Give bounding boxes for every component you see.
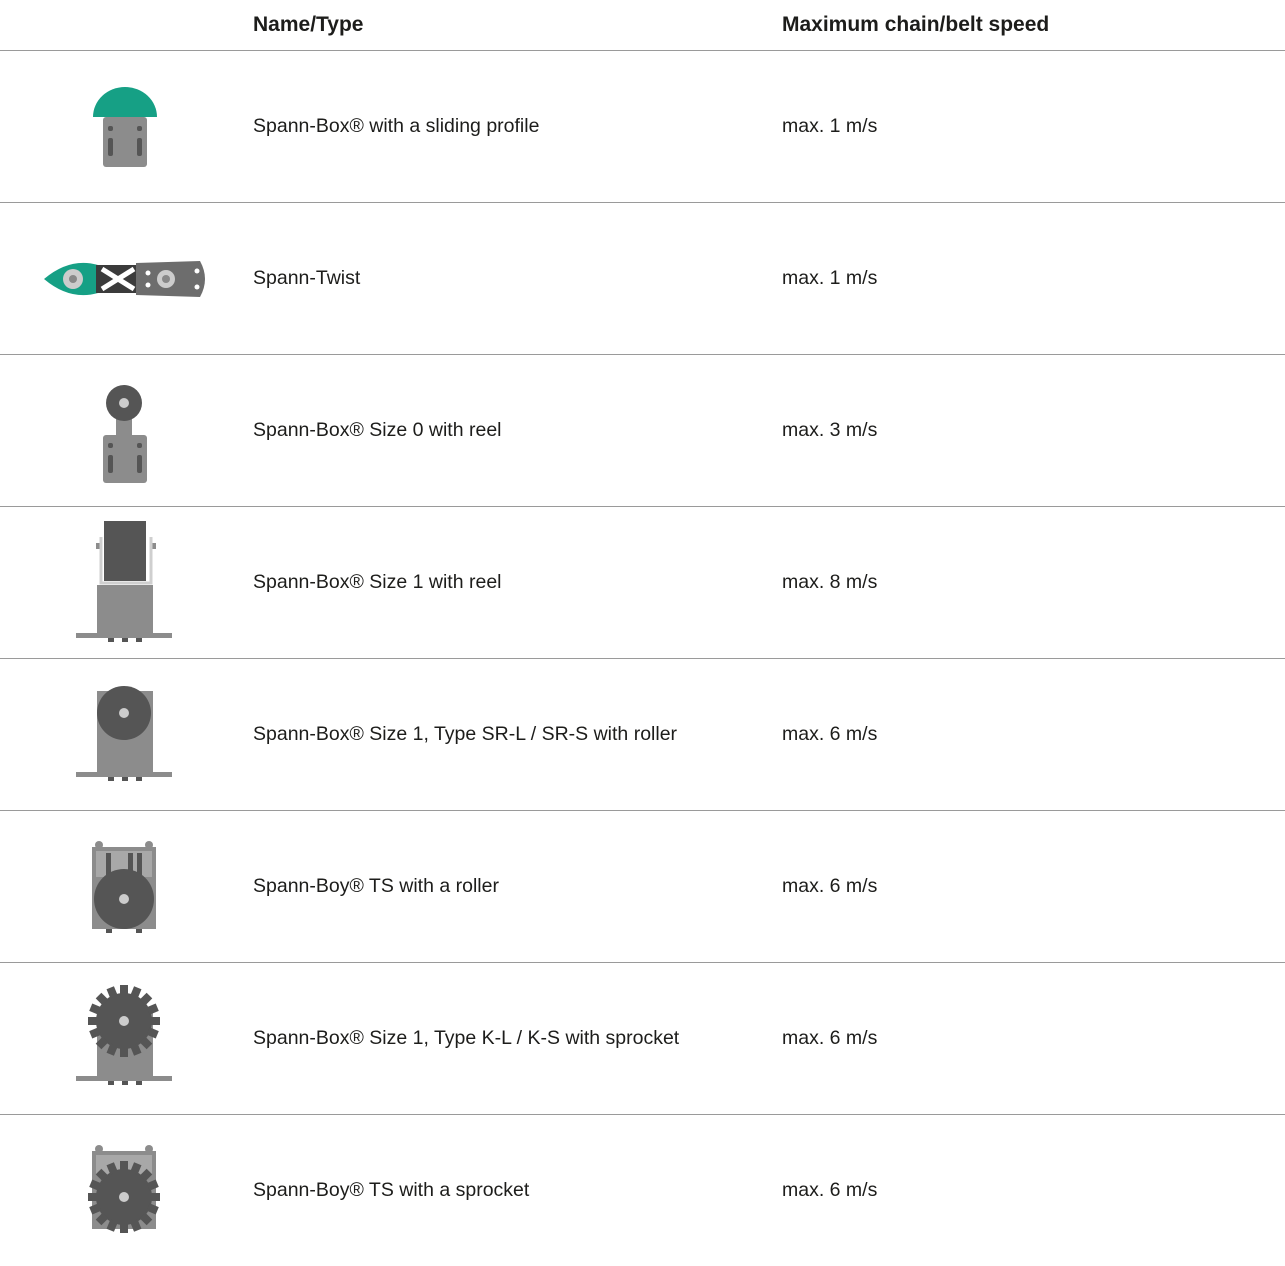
table-row: Spann-Box® Size 1, Type K-L / K-S with s… <box>0 963 1285 1115</box>
column-header-name-type: Name/Type <box>253 13 364 36</box>
table-row: Spann-Twist max. 1 m/s <box>0 203 1285 355</box>
product-name: Spann-Box® with a sliding profile <box>253 115 540 137</box>
table-row: Spann-Box® with a sliding profile max. 1… <box>0 51 1285 203</box>
product-name: Spann-Boy® TS with a roller <box>253 875 499 897</box>
product-name: Spann-Box® Size 1, Type SR-L / SR-S with… <box>253 723 678 745</box>
max-speed-value: max. 6 m/s <box>782 1179 878 1201</box>
max-speed-value: max. 6 m/s <box>782 875 878 897</box>
spann-box-size1-sprocket-icon <box>40 963 210 1114</box>
product-name: Spann-Box® Size 0 with reel <box>253 419 502 441</box>
max-speed-value: max. 8 m/s <box>782 571 878 593</box>
product-name: Spann-Box® Size 1, Type K-L / K-S with s… <box>253 1027 680 1049</box>
product-name: Spann-Box® Size 1 with reel <box>253 571 502 593</box>
table-row: Spann-Box® Size 0 with reel max. 3 m/s <box>0 355 1285 507</box>
table-row: Spann-Boy® TS with a sprocket max. 6 m/s <box>0 1115 1285 1266</box>
table-row: Spann-Boy® TS with a roller max. 6 m/s <box>0 811 1285 963</box>
max-speed-value: max. 1 m/s <box>782 267 878 289</box>
spann-box-size0-reel-icon <box>40 355 210 506</box>
max-speed-value: max. 6 m/s <box>782 1027 878 1049</box>
max-speed-value: max. 3 m/s <box>782 419 878 441</box>
table-header: Name/Type Maximum chain/belt speed <box>0 0 1285 51</box>
speed-table: Name/Type Maximum chain/belt speed Spann… <box>0 0 1285 1266</box>
max-speed-value: max. 6 m/s <box>782 723 878 745</box>
spann-box-size1-reel-icon <box>40 507 210 658</box>
spann-twist-icon <box>40 203 210 354</box>
product-name: Spann-Twist <box>253 267 361 289</box>
product-name: Spann-Boy® TS with a sprocket <box>253 1179 530 1201</box>
max-speed-value: max. 1 m/s <box>782 115 878 137</box>
table-row: Spann-Box® Size 1 with reel max. 8 m/s <box>0 507 1285 659</box>
spann-boy-sprocket-icon <box>40 1115 210 1266</box>
column-header-max-speed: Maximum chain/belt speed <box>782 13 1050 36</box>
table-row: Spann-Box® Size 1, Type SR-L / SR-S with… <box>0 659 1285 811</box>
spann-box-sliding-profile-icon <box>40 51 210 202</box>
spann-boy-roller-icon <box>40 811 210 962</box>
spann-box-size1-roller-icon <box>40 659 210 810</box>
